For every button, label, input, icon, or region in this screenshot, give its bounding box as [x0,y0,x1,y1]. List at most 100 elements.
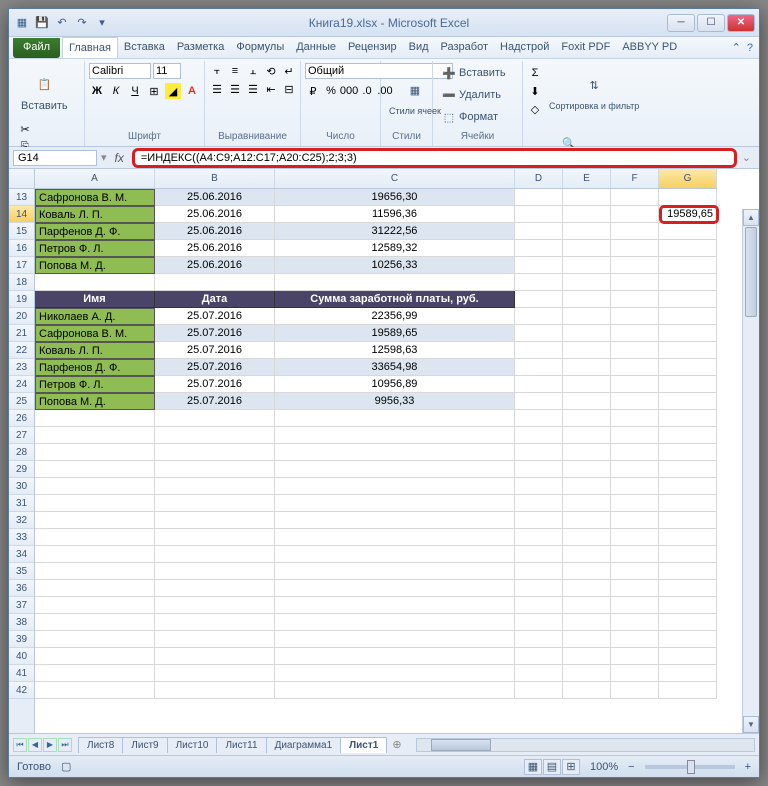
cell[interactable]: 25.06.2016 [155,189,275,206]
cell[interactable] [515,189,563,206]
cell[interactable] [515,495,563,512]
cell[interactable] [35,597,155,614]
scroll-up-icon[interactable]: ▲ [743,209,759,226]
row-header[interactable]: 26 [9,410,34,427]
cell[interactable] [515,682,563,699]
select-all-corner[interactable] [9,169,35,189]
row-header[interactable]: 17 [9,257,34,274]
cell[interactable] [35,614,155,631]
cell[interactable]: Парфенов Д. Ф. [35,223,155,240]
minimize-button[interactable]: ─ [667,14,695,32]
row-header[interactable]: 40 [9,648,34,665]
row-header[interactable]: 35 [9,563,34,580]
cell[interactable] [563,461,611,478]
cell[interactable]: Дата [155,291,275,308]
cell[interactable] [563,631,611,648]
cell[interactable] [611,274,659,291]
sheet-tab[interactable]: Лист11 [216,737,266,753]
horizontal-scrollbar[interactable] [416,738,755,752]
cell[interactable]: 25.07.2016 [155,308,275,325]
cell[interactable] [515,597,563,614]
row-header[interactable]: 34 [9,546,34,563]
cell[interactable] [155,580,275,597]
namebox-dropdown-icon[interactable]: ▾ [101,151,107,164]
cell[interactable] [659,512,717,529]
cell[interactable]: 25.06.2016 [155,223,275,240]
cell[interactable] [563,342,611,359]
row-header[interactable]: 38 [9,614,34,631]
cell[interactable] [275,682,515,699]
cell[interactable] [155,495,275,512]
cell[interactable] [563,529,611,546]
cell[interactable] [611,512,659,529]
sheet-tab[interactable]: Диаграмма1 [266,737,342,753]
sheet-prev-icon[interactable]: ◀ [28,738,42,752]
cell[interactable] [659,665,717,682]
cell[interactable] [35,444,155,461]
row-header[interactable]: 42 [9,682,34,699]
fill-icon[interactable]: ⬇ [527,83,543,99]
cell[interactable]: Николаев А. Д. [35,308,155,325]
cell[interactable] [35,427,155,444]
cell[interactable] [611,189,659,206]
col-header-C[interactable]: C [275,169,515,188]
zoom-thumb[interactable] [687,760,695,774]
cell[interactable] [275,427,515,444]
row-header[interactable]: 15 [9,223,34,240]
tab-insert[interactable]: Вставка [118,37,171,58]
cell[interactable] [563,274,611,291]
cell[interactable] [515,631,563,648]
cell[interactable] [35,478,155,495]
autosum-icon[interactable]: Σ [527,65,543,81]
col-header-A[interactable]: A [35,169,155,188]
tab-data[interactable]: Данные [290,37,342,58]
cell[interactable] [563,665,611,682]
cell[interactable] [515,291,563,308]
col-header-F[interactable]: F [611,169,659,188]
cell[interactable] [563,614,611,631]
cell[interactable] [155,512,275,529]
cell[interactable]: Попова М. Д. [35,257,155,274]
cell[interactable] [35,648,155,665]
cell[interactable]: Парфенов Д. Ф. [35,359,155,376]
cell[interactable] [659,223,717,240]
cell[interactable] [611,240,659,257]
cell[interactable] [35,512,155,529]
cell[interactable] [611,597,659,614]
cell[interactable] [611,291,659,308]
cell[interactable] [35,665,155,682]
cell[interactable] [659,240,717,257]
inc-decimal-icon[interactable]: .0 [359,83,375,99]
fill-color-icon[interactable]: ◢ [165,83,181,99]
cell[interactable] [611,478,659,495]
cell[interactable] [155,529,275,546]
comma-icon[interactable]: 000 [341,83,357,99]
cell[interactable] [275,597,515,614]
cell[interactable] [515,240,563,257]
cell[interactable] [515,223,563,240]
row-header[interactable]: 16 [9,240,34,257]
bold-icon[interactable]: Ж [89,83,105,99]
cell[interactable]: Коваль Л. П. [35,206,155,223]
cell[interactable]: 31222,56 [275,223,515,240]
cell[interactable] [611,223,659,240]
sheet-tab[interactable]: Лист9 [122,737,167,753]
cell[interactable] [611,325,659,342]
cell[interactable] [275,512,515,529]
cell[interactable] [563,240,611,257]
zoom-slider[interactable] [645,765,735,769]
cell[interactable] [515,648,563,665]
zoom-out-icon[interactable]: − [628,761,634,773]
cell[interactable] [611,257,659,274]
row-header[interactable]: 13 [9,189,34,206]
cell[interactable] [659,427,717,444]
cell[interactable] [275,410,515,427]
row-header[interactable]: 28 [9,444,34,461]
cell[interactable] [659,308,717,325]
cell[interactable] [155,614,275,631]
new-sheet-icon[interactable]: ⊕ [386,738,407,751]
cell[interactable] [35,682,155,699]
cell[interactable] [515,546,563,563]
hscroll-thumb[interactable] [431,739,491,751]
cell[interactable] [563,325,611,342]
